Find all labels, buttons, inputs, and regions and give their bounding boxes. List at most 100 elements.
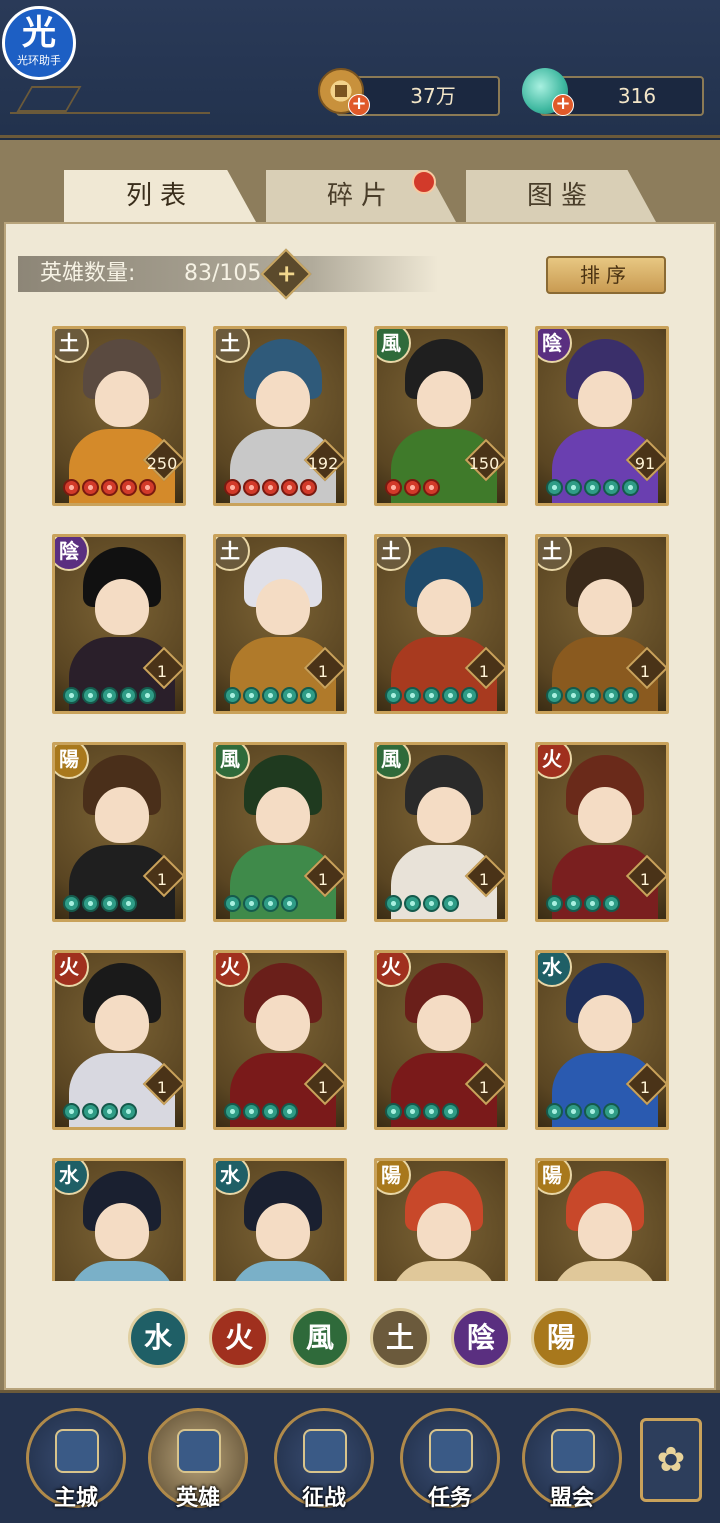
- hero-card[interactable]: 土 250: [52, 326, 186, 506]
- hero-level: 1: [478, 870, 490, 889]
- hero-card[interactable]: 火1: [52, 950, 186, 1130]
- hero-portrait-face: [256, 1203, 310, 1259]
- star-gem-icon: [300, 479, 317, 496]
- hero-portrait-face: [417, 579, 471, 635]
- hero-card[interactable]: 水: [213, 1158, 347, 1281]
- star-rating: [63, 895, 139, 915]
- star-gem-icon: [120, 1103, 137, 1120]
- star-gem-icon: [243, 479, 260, 496]
- nav-tasks-label: 任务: [427, 1486, 472, 1511]
- hero-level: 1: [478, 662, 490, 681]
- star-gem-icon: [224, 895, 241, 912]
- star-gem-icon: [120, 895, 137, 912]
- tasks-icon: [429, 1429, 473, 1473]
- star-gem-icon: [565, 687, 582, 704]
- hero-level: 1: [639, 870, 651, 889]
- star-rating: [63, 687, 158, 707]
- hero-portrait-face: [256, 787, 310, 843]
- hero-portrait-face: [578, 787, 632, 843]
- hero-card[interactable]: 風1: [213, 742, 347, 922]
- star-gem-icon: [584, 1103, 601, 1120]
- star-gem-icon: [546, 895, 563, 912]
- hero-card[interactable]: 土1: [374, 534, 508, 714]
- star-rating: [63, 479, 158, 499]
- star-gem-icon: [565, 895, 582, 912]
- hero-count-label: 英雄数量:: [40, 261, 136, 286]
- hero-level: 91: [634, 454, 656, 473]
- ornament-divider: [10, 84, 210, 114]
- hero-portrait-face: [95, 787, 149, 843]
- hero-card[interactable]: 火1: [374, 950, 508, 1130]
- hero-card[interactable]: 水1: [535, 950, 669, 1130]
- star-gem-icon: [281, 479, 298, 496]
- hero-portrait-face: [256, 995, 310, 1051]
- star-gem-icon: [461, 687, 478, 704]
- star-gem-icon: [404, 687, 421, 704]
- hero-card[interactable]: 風 150: [374, 326, 508, 506]
- star-gem-icon: [385, 479, 402, 496]
- menu-button[interactable]: ✿: [640, 1418, 702, 1502]
- hero-level: 250: [146, 454, 178, 473]
- filter-yang-button[interactable]: 陽: [531, 1308, 591, 1368]
- filter-earth-button[interactable]: 土: [370, 1308, 430, 1368]
- hero-grid: 土 250 土 192 風 150 陰 91 陰 1 土 1 土 1 土 1 陽 1 風 1 風 1 火 1 火 1 火 1 火 1 水 1 水…: [52, 326, 672, 1281]
- star-gem-icon: [300, 687, 317, 704]
- guild-icon: [551, 1429, 595, 1473]
- star-gem-icon: [101, 479, 118, 496]
- hero-card[interactable]: 水: [52, 1158, 186, 1281]
- hero-portrait-face: [417, 995, 471, 1051]
- star-gem-icon: [404, 895, 421, 912]
- hero-card[interactable]: 火1: [213, 950, 347, 1130]
- star-gem-icon: [101, 895, 118, 912]
- notification-dot: [412, 170, 436, 194]
- star-gem-icon: [120, 479, 137, 496]
- star-gem-icon: [385, 1103, 402, 1120]
- star-gem-icon: [565, 1103, 582, 1120]
- tab-list[interactable]: 列表: [64, 170, 256, 222]
- star-rating: [546, 479, 641, 499]
- sort-button[interactable]: 排序: [546, 256, 666, 294]
- hero-card[interactable]: 風1: [374, 742, 508, 922]
- add-coin-button[interactable]: +: [348, 94, 370, 116]
- star-rating: [546, 895, 622, 915]
- hero-card[interactable]: 土 192: [213, 326, 347, 506]
- star-rating: [546, 1103, 622, 1123]
- star-gem-icon: [82, 1103, 99, 1120]
- star-gem-icon: [139, 687, 156, 704]
- star-gem-icon: [281, 1103, 298, 1120]
- hero-card[interactable]: 土1: [535, 534, 669, 714]
- tab-codex[interactable]: 图鉴: [466, 170, 656, 222]
- hero-level: 1: [639, 662, 651, 681]
- main-city-icon: [55, 1429, 99, 1473]
- filter-water-button[interactable]: 水: [128, 1308, 188, 1368]
- nav-main-city-label: 主城: [53, 1486, 98, 1511]
- hero-card[interactable]: 陰 91: [535, 326, 669, 506]
- filter-wind-button[interactable]: 風: [290, 1308, 350, 1368]
- star-gem-icon: [546, 479, 563, 496]
- hero-card[interactable]: 火1: [535, 742, 669, 922]
- nav-expedition-label: 征战: [301, 1486, 346, 1511]
- star-rating: [224, 479, 319, 499]
- star-gem-icon: [404, 1103, 421, 1120]
- expedition-icon: [303, 1429, 347, 1473]
- filter-fire-button[interactable]: 火: [209, 1308, 269, 1368]
- filter-yin-button[interactable]: 陰: [451, 1308, 511, 1368]
- hero-level: 1: [156, 1078, 168, 1097]
- star-gem-icon: [281, 895, 298, 912]
- hero-card[interactable]: 陽: [535, 1158, 669, 1281]
- add-jade-button[interactable]: +: [552, 94, 574, 116]
- hero-card[interactable]: 陽1: [52, 742, 186, 922]
- hero-card[interactable]: 陽: [374, 1158, 508, 1281]
- menu-icon: ✿: [656, 1440, 686, 1480]
- nav-guild-label: 盟会: [549, 1486, 594, 1511]
- star-gem-icon: [262, 1103, 279, 1120]
- hero-level: 150: [468, 454, 500, 473]
- hero-level: 1: [317, 662, 329, 681]
- helper-logo[interactable]: 光 光环助手: [2, 6, 76, 80]
- star-gem-icon: [546, 1103, 563, 1120]
- hero-card[interactable]: 土1: [213, 534, 347, 714]
- hero-card[interactable]: 陰1: [52, 534, 186, 714]
- star-gem-icon: [224, 1103, 241, 1120]
- hero-level: 1: [156, 870, 168, 889]
- star-gem-icon: [565, 479, 582, 496]
